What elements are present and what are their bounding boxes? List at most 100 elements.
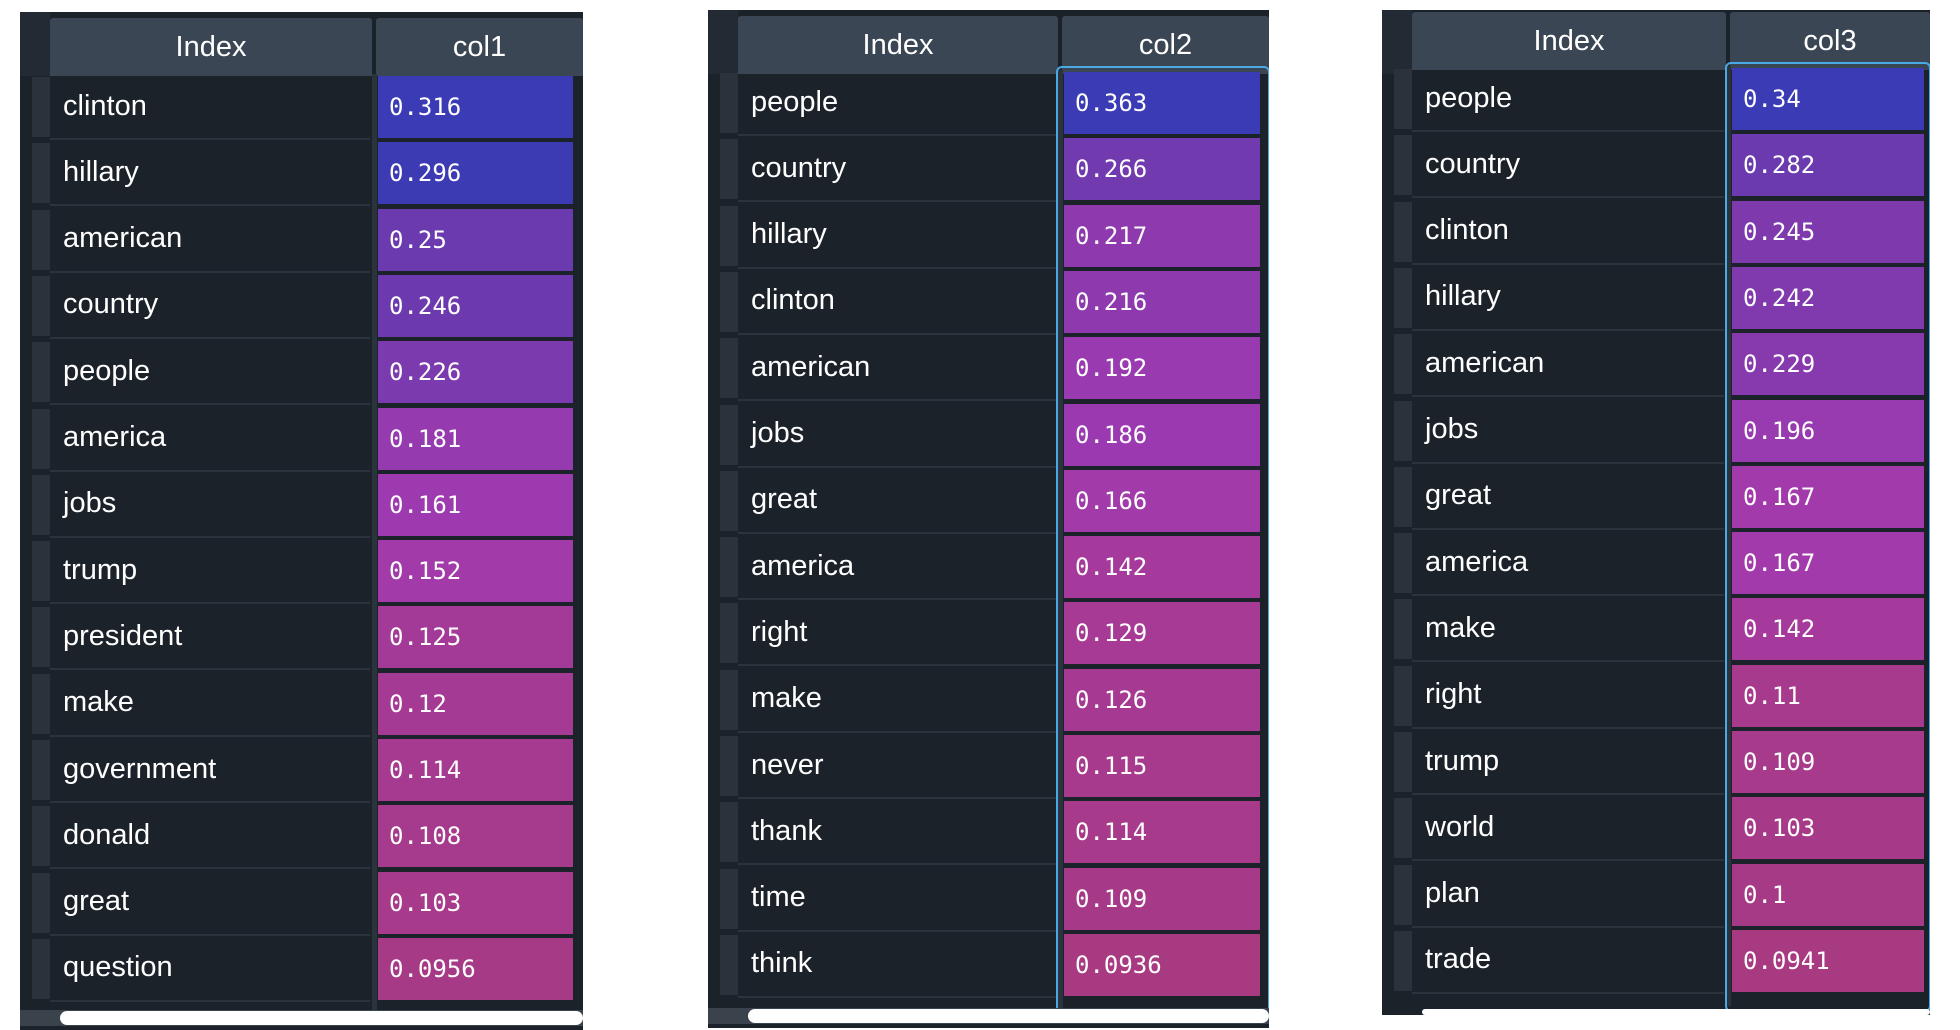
- table-row[interactable]: never 0.115: [708, 733, 1269, 799]
- row-handle[interactable]: [720, 271, 738, 332]
- row-handle[interactable]: [1394, 665, 1412, 726]
- value-cell[interactable]: 0.316: [378, 76, 573, 138]
- table-row[interactable]: trump 0.109: [1382, 729, 1930, 795]
- row-handle[interactable]: [32, 740, 50, 800]
- table-row[interactable]: great 0.103: [20, 870, 583, 936]
- value-cell[interactable]: 0.167: [1732, 465, 1924, 528]
- row-handle[interactable]: [32, 541, 50, 602]
- row-handle[interactable]: [720, 404, 738, 465]
- value-cell[interactable]: 0.11: [1732, 664, 1924, 727]
- row-handle[interactable]: [1394, 930, 1412, 991]
- index-cell[interactable]: think: [738, 932, 1056, 998]
- index-cell[interactable]: make: [1412, 596, 1724, 663]
- row-handle[interactable]: [1394, 732, 1412, 792]
- table-row[interactable]: country 0.246: [20, 273, 583, 339]
- row-handle[interactable]: [1394, 135, 1412, 196]
- table-row[interactable]: america 0.167: [1382, 530, 1930, 597]
- table-row[interactable]: donald 0.108: [20, 803, 583, 870]
- column-header-col3[interactable]: col3: [1730, 12, 1930, 70]
- value-cell[interactable]: 0.266: [1064, 138, 1260, 201]
- value-cell[interactable]: 0.282: [1732, 134, 1924, 197]
- index-cell[interactable]: right: [1412, 663, 1724, 729]
- value-cell[interactable]: 0.245: [1732, 200, 1924, 263]
- row-handle[interactable]: [1394, 864, 1412, 925]
- index-cell[interactable]: time: [738, 866, 1056, 932]
- row-handle[interactable]: [720, 802, 738, 863]
- table-row[interactable]: american 0.25: [20, 207, 583, 273]
- index-cell[interactable]: america: [738, 534, 1056, 601]
- value-cell[interactable]: 0.25: [378, 208, 573, 271]
- value-cell[interactable]: 0.129: [1064, 602, 1260, 665]
- index-cell[interactable]: jobs: [738, 402, 1056, 468]
- index-cell[interactable]: hillary: [50, 140, 370, 207]
- index-cell[interactable]: american: [738, 335, 1056, 402]
- row-handle[interactable]: [32, 143, 50, 204]
- value-cell[interactable]: 0.12: [378, 672, 573, 735]
- index-cell[interactable]: people: [738, 70, 1056, 136]
- row-handle[interactable]: [720, 73, 738, 133]
- value-cell[interactable]: 0.0941: [1732, 929, 1924, 992]
- table-row[interactable]: america 0.142: [708, 534, 1269, 601]
- row-handle[interactable]: [32, 408, 50, 469]
- row-handle[interactable]: [720, 139, 738, 200]
- row-handle[interactable]: [32, 872, 50, 933]
- value-cell[interactable]: 0.125: [378, 606, 573, 669]
- index-header[interactable]: Index: [1412, 12, 1726, 70]
- index-cell[interactable]: trump: [50, 538, 370, 605]
- table-row[interactable]: government 0.114: [20, 737, 583, 803]
- index-cell[interactable]: make: [50, 671, 370, 737]
- index-cell[interactable]: trump: [1412, 729, 1724, 795]
- table-row[interactable]: clinton 0.316: [20, 74, 583, 140]
- row-handle[interactable]: [32, 607, 50, 668]
- table-row[interactable]: right 0.129: [708, 600, 1269, 667]
- value-cell[interactable]: 0.217: [1064, 204, 1260, 267]
- row-handle[interactable]: [720, 669, 738, 730]
- table-row[interactable]: people 0.34: [1382, 66, 1930, 132]
- index-cell[interactable]: clinton: [1412, 199, 1724, 265]
- value-cell[interactable]: 0.246: [378, 274, 573, 337]
- index-cell[interactable]: never: [738, 733, 1056, 799]
- row-handle[interactable]: [32, 938, 50, 999]
- value-cell[interactable]: 0.34: [1732, 68, 1924, 130]
- value-cell[interactable]: 0.152: [378, 540, 573, 603]
- index-cell[interactable]: right: [738, 600, 1056, 667]
- value-cell[interactable]: 0.296: [378, 142, 573, 205]
- table-row[interactable]: right 0.11: [1382, 663, 1930, 729]
- table-row[interactable]: hillary 0.242: [1382, 265, 1930, 331]
- index-header[interactable]: Index: [50, 18, 372, 76]
- value-cell[interactable]: 0.181: [378, 407, 573, 470]
- column-header-col2[interactable]: col2: [1062, 16, 1269, 74]
- value-cell[interactable]: 0.242: [1732, 266, 1924, 329]
- table-row[interactable]: world 0.103: [1382, 795, 1930, 862]
- index-cell[interactable]: country: [1412, 132, 1724, 199]
- table-row[interactable]: country 0.282: [1382, 132, 1930, 199]
- value-cell[interactable]: 0.363: [1064, 72, 1260, 134]
- value-cell[interactable]: 0.0936: [1064, 933, 1260, 996]
- row-handle[interactable]: [1394, 69, 1412, 129]
- row-handle[interactable]: [720, 470, 738, 531]
- index-cell[interactable]: hillary: [1412, 265, 1724, 331]
- value-cell[interactable]: 0.103: [378, 871, 573, 934]
- horizontal-scrollbar-thumb[interactable]: [748, 1009, 1269, 1023]
- row-handle[interactable]: [1394, 599, 1412, 660]
- index-cell[interactable]: people: [1412, 66, 1724, 132]
- table-row[interactable]: make 0.12: [20, 671, 583, 737]
- value-cell[interactable]: 0.216: [1064, 270, 1260, 333]
- row-handle[interactable]: [1394, 798, 1412, 859]
- index-cell[interactable]: clinton: [738, 269, 1056, 335]
- value-cell[interactable]: 0.103: [1732, 797, 1924, 860]
- index-cell[interactable]: jobs: [50, 472, 370, 538]
- index-header[interactable]: Index: [738, 16, 1058, 74]
- table-row[interactable]: great 0.166: [708, 468, 1269, 534]
- value-cell[interactable]: 0.229: [1732, 333, 1924, 396]
- table-row[interactable]: american 0.229: [1382, 331, 1930, 398]
- index-cell[interactable]: government: [50, 737, 370, 803]
- row-handle[interactable]: [720, 934, 738, 995]
- table-row[interactable]: question 0.0956: [20, 936, 583, 1002]
- table-row[interactable]: jobs 0.161: [20, 472, 583, 538]
- row-handle[interactable]: [32, 275, 50, 336]
- table-row[interactable]: time 0.109: [708, 866, 1269, 932]
- value-cell[interactable]: 0.114: [378, 739, 573, 801]
- row-handle[interactable]: [720, 868, 738, 929]
- index-cell[interactable]: american: [1412, 331, 1724, 398]
